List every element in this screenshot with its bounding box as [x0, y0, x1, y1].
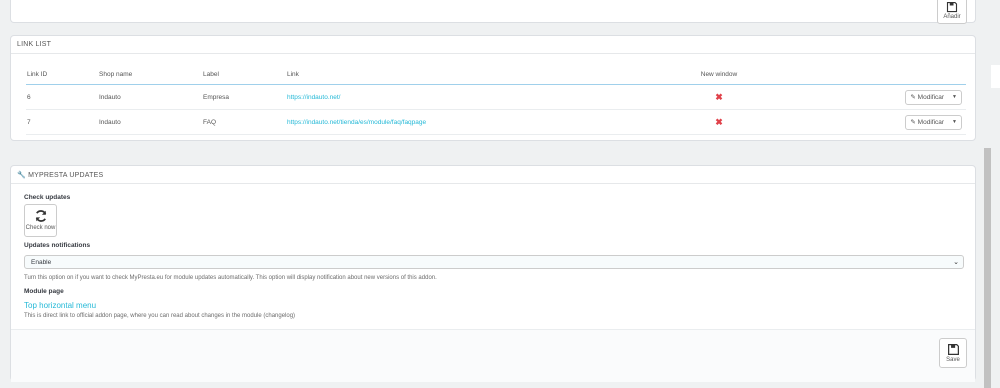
col-link-id: Link ID [26, 64, 98, 85]
floppy-disk-icon [947, 344, 959, 355]
cell-new-window: ✖ [656, 84, 782, 110]
modify-button[interactable]: ✎ Modificar ▼ [905, 114, 962, 130]
notifications-help: Turn this option on if you want to check… [24, 275, 437, 281]
cell-link[interactable]: https://indauto.net/ [286, 84, 656, 110]
col-actions [782, 64, 966, 85]
cell-shop: Indauto [98, 109, 202, 135]
link-list-title: LINK LIST [11, 36, 975, 54]
chevron-down-icon: ⌄ [953, 259, 959, 266]
caret-down-icon[interactable]: ▼ [952, 94, 957, 100]
cell-actions: ✎ Modificar ▼ [782, 109, 966, 135]
notifications-value: Enable [31, 259, 52, 266]
modify-button[interactable]: ✎ Modificar ▼ [905, 89, 962, 105]
col-new-window: New window [656, 64, 782, 85]
module-page-label: Module page [24, 288, 64, 295]
scrollbar-thumb[interactable] [984, 148, 991, 388]
pencil-icon: ✎ [910, 94, 918, 101]
cell-label: Empresa [202, 84, 286, 110]
link-list-table: Link ID Shop name Label Link New window … [26, 64, 966, 135]
refresh-icon [35, 210, 46, 222]
save-label: Save [946, 357, 960, 363]
scroll-rail [991, 65, 1000, 88]
cell-actions: ✎ Modificar ▼ [782, 84, 966, 110]
check-now-label: Check now [25, 225, 56, 231]
cell-id: 7 [26, 109, 98, 135]
floppy-disk-icon [946, 1, 958, 13]
modify-label: Modificar [917, 118, 945, 126]
link-list-panel: LINK LIST Link ID Shop name Label Link N… [10, 35, 976, 141]
modify-label: Modificar [917, 93, 945, 101]
top-panel: Añadir [10, 0, 976, 24]
add-button[interactable]: Añadir [937, 0, 967, 24]
caret-down-icon[interactable]: ▼ [952, 119, 957, 125]
module-page-link[interactable]: Top horizontal menu [24, 301, 96, 310]
cross-icon: ✖ [715, 116, 723, 127]
notifications-label: Updates notifications [24, 242, 91, 249]
col-shop-name: Shop name [98, 64, 202, 85]
table-header-row: Link ID Shop name Label Link New window [26, 64, 966, 85]
table-row[interactable]: 7 Indauto FAQ https://indauto.net/tienda… [26, 109, 966, 135]
cell-shop: Indauto [98, 84, 202, 110]
updates-title-text: MYPRESTA UPDATES [28, 172, 104, 179]
module-page-help: This is direct link to official addon pa… [24, 313, 296, 319]
table-row[interactable]: 6 Indauto Empresa https://indauto.net/ ✖… [26, 84, 966, 110]
updates-title: 🔧 MYPRESTA UPDATES [11, 166, 975, 184]
mypresta-updates-panel: 🔧 MYPRESTA UPDATES Check updates Check n… [10, 165, 976, 382]
add-button-label: Añadir [943, 14, 961, 20]
cell-id: 6 [26, 84, 98, 110]
cell-label: FAQ [202, 109, 286, 135]
check-now-button[interactable]: Check now [24, 204, 57, 237]
cell-new-window: ✖ [656, 109, 782, 135]
cell-link[interactable]: https://indauto.net/tienda/es/module/faq… [286, 109, 656, 135]
cross-icon: ✖ [715, 91, 723, 102]
notifications-select[interactable]: Enable ⌄ [24, 255, 964, 269]
col-label: Label [202, 64, 286, 85]
pencil-icon: ✎ [910, 119, 918, 126]
wrench-icon: 🔧 [17, 172, 26, 179]
save-button[interactable]: Save [939, 338, 967, 368]
check-updates-label: Check updates [24, 194, 71, 201]
col-link: Link [286, 64, 656, 85]
panel-footer: Save [11, 329, 975, 382]
